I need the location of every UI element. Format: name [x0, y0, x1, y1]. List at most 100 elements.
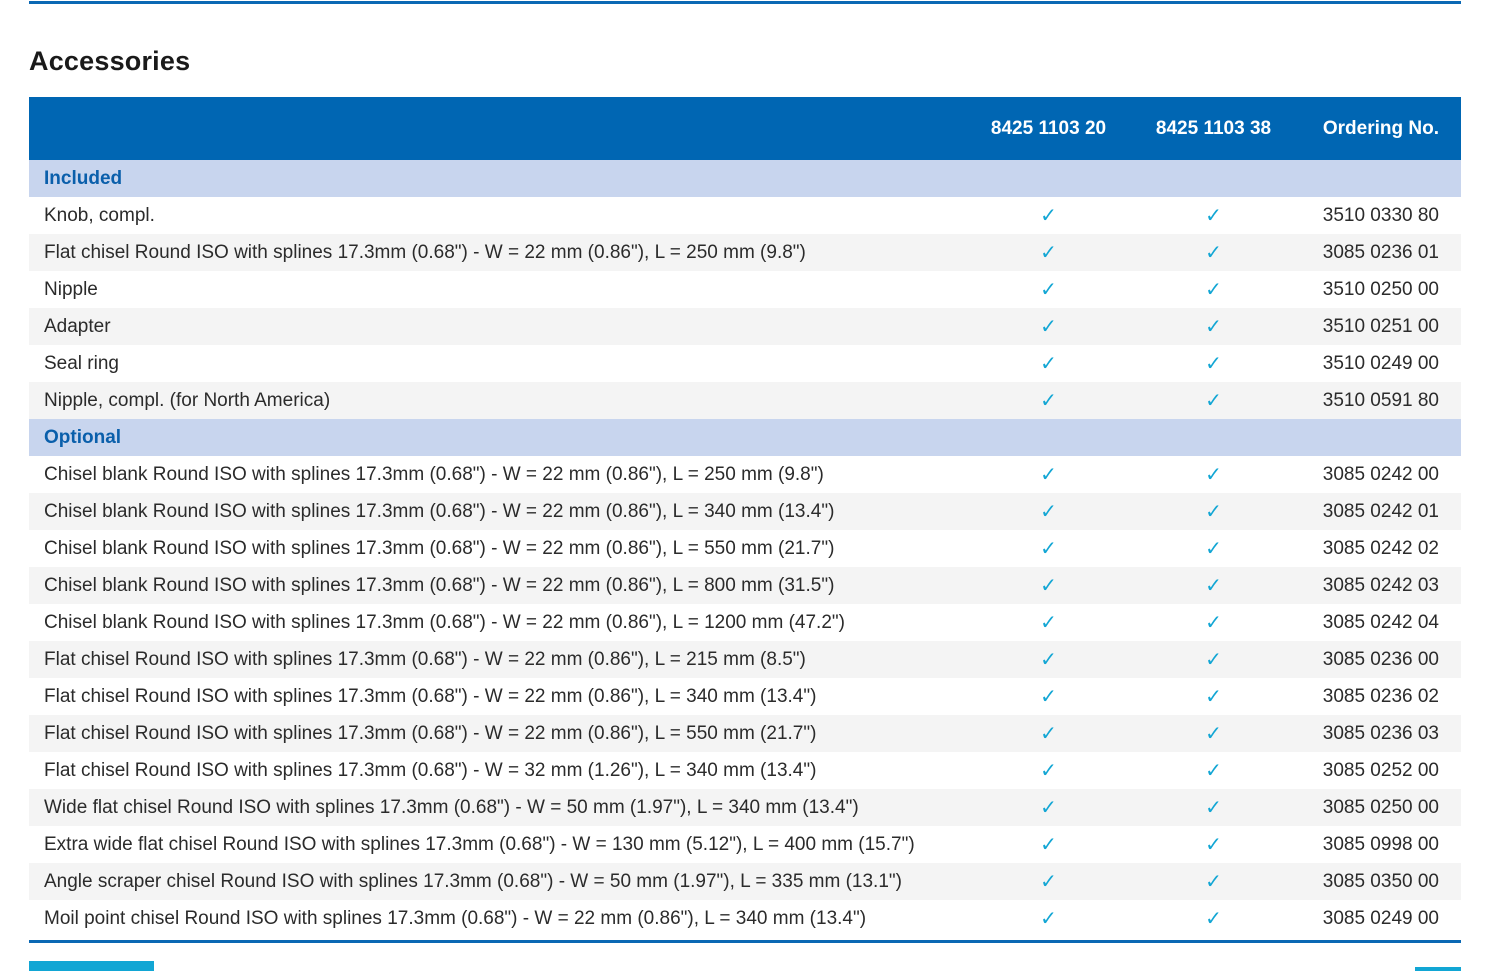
checkmark-icon: ✓	[971, 641, 1126, 678]
item-description: Nipple, compl. (for North America)	[29, 382, 971, 419]
checkmark-icon: ✓	[1126, 493, 1301, 530]
top-divider	[29, 1, 1461, 4]
checkmark-icon: ✓	[1126, 382, 1301, 419]
table-row: Flat chisel Round ISO with splines 17.3m…	[29, 678, 1461, 715]
checkmark-icon: ✓	[1126, 604, 1301, 641]
checkmark-icon: ✓	[1126, 789, 1301, 826]
ordering-number: 3510 0330 80	[1301, 197, 1461, 234]
table-row: Extra wide flat chisel Round ISO with sp…	[29, 826, 1461, 863]
bottom-divider	[29, 940, 1461, 943]
checkmark-icon: ✓	[971, 752, 1126, 789]
table-row: Nipple, compl. (for North America) ✓ ✓ 3510…	[29, 382, 1461, 419]
checkmark-icon: ✓	[1126, 234, 1301, 271]
checkmark-icon: ✓	[971, 345, 1126, 382]
checkmark-icon: ✓	[1126, 345, 1301, 382]
table-row: Chisel blank Round ISO with splines 17.3…	[29, 567, 1461, 604]
ordering-number: 3085 0242 00	[1301, 456, 1461, 493]
checkmark-icon: ✓	[971, 567, 1126, 604]
checkmark-icon: ✓	[971, 234, 1126, 271]
checkmark-icon: ✓	[971, 493, 1126, 530]
checkmark-icon: ✓	[971, 900, 1126, 937]
item-description: Seal ring	[29, 345, 971, 382]
ordering-number: 3085 0236 00	[1301, 641, 1461, 678]
checkmark-icon: ✓	[1126, 715, 1301, 752]
ordering-number: 3085 0242 01	[1301, 493, 1461, 530]
footer-accent-right	[1415, 967, 1461, 971]
section-label: Included	[29, 160, 1461, 197]
section-included: Included Knob, compl. ✓ ✓ 3510 0330 80 Flat …	[29, 160, 1461, 419]
item-description: Chisel blank Round ISO with splines 17.3…	[29, 493, 971, 530]
checkmark-icon: ✓	[971, 863, 1126, 900]
item-description: Chisel blank Round ISO with splines 17.3…	[29, 567, 971, 604]
table-row: Chisel blank Round ISO with splines 17.3…	[29, 604, 1461, 641]
header-model-b: 8425 1103 38	[1126, 97, 1301, 160]
item-description: Chisel blank Round ISO with splines 17.3…	[29, 456, 971, 493]
checkmark-icon: ✓	[1126, 678, 1301, 715]
table-row: Chisel blank Round ISO with splines 17.3…	[29, 530, 1461, 567]
table-row: Chisel blank Round ISO with splines 17.3…	[29, 493, 1461, 530]
item-description: Flat chisel Round ISO with splines 17.3m…	[29, 715, 971, 752]
item-description: Adapter	[29, 308, 971, 345]
checkmark-icon: ✓	[971, 530, 1126, 567]
section-optional: Optional Chisel blank Round ISO with spl…	[29, 419, 1461, 937]
ordering-number: 3085 0250 00	[1301, 789, 1461, 826]
section-header-row: Included	[29, 160, 1461, 197]
header-description	[29, 97, 971, 160]
checkmark-icon: ✓	[971, 604, 1126, 641]
checkmark-icon: ✓	[1126, 752, 1301, 789]
checkmark-icon: ✓	[971, 271, 1126, 308]
table-row: Chisel blank Round ISO with splines 17.3…	[29, 456, 1461, 493]
accessories-table: 8425 1103 20 8425 1103 38 Ordering No. I…	[29, 97, 1461, 937]
table-row: Flat chisel Round ISO with splines 17.3m…	[29, 641, 1461, 678]
section-label: Optional	[29, 419, 1461, 456]
table-row: Nipple ✓ ✓ 3510 0250 00	[29, 271, 1461, 308]
ordering-number: 3510 0250 00	[1301, 271, 1461, 308]
item-description: Moil point chisel Round ISO with splines…	[29, 900, 971, 937]
item-description: Flat chisel Round ISO with splines 17.3m…	[29, 234, 971, 271]
ordering-number: 3085 0350 00	[1301, 863, 1461, 900]
item-description: Chisel blank Round ISO with splines 17.3…	[29, 604, 971, 641]
item-description: Flat chisel Round ISO with splines 17.3m…	[29, 641, 971, 678]
table-row: Flat chisel Round ISO with splines 17.3m…	[29, 234, 1461, 271]
ordering-number: 3510 0249 00	[1301, 345, 1461, 382]
table-row: Moil point chisel Round ISO with splines…	[29, 900, 1461, 937]
item-description: Nipple	[29, 271, 971, 308]
item-description: Wide flat chisel Round ISO with splines …	[29, 789, 971, 826]
table-row: Angle scraper chisel Round ISO with spli…	[29, 863, 1461, 900]
page-title: Accessories	[29, 46, 191, 76]
checkmark-icon: ✓	[1126, 271, 1301, 308]
header-model-a: 8425 1103 20	[971, 97, 1126, 160]
checkmark-icon: ✓	[971, 715, 1126, 752]
table-row: Flat chisel Round ISO with splines 17.3m…	[29, 752, 1461, 789]
checkmark-icon: ✓	[1126, 567, 1301, 604]
checkmark-icon: ✓	[971, 456, 1126, 493]
item-description: Angle scraper chisel Round ISO with spli…	[29, 863, 971, 900]
item-description: Flat chisel Round ISO with splines 17.3m…	[29, 752, 971, 789]
item-description: Chisel blank Round ISO with splines 17.3…	[29, 530, 971, 567]
ordering-number: 3510 0591 80	[1301, 382, 1461, 419]
checkmark-icon: ✓	[1126, 863, 1301, 900]
table-row: Flat chisel Round ISO with splines 17.3m…	[29, 715, 1461, 752]
checkmark-icon: ✓	[971, 789, 1126, 826]
checkmark-icon: ✓	[1126, 641, 1301, 678]
table-row: Adapter ✓ ✓ 3510 0251 00	[29, 308, 1461, 345]
item-description: Extra wide flat chisel Round ISO with sp…	[29, 826, 971, 863]
ordering-number: 3085 0236 03	[1301, 715, 1461, 752]
ordering-number: 3085 0998 00	[1301, 826, 1461, 863]
table-row: Seal ring ✓ ✓ 3510 0249 00	[29, 345, 1461, 382]
table-row: Wide flat chisel Round ISO with splines …	[29, 789, 1461, 826]
checkmark-icon: ✓	[1126, 530, 1301, 567]
checkmark-icon: ✓	[1126, 456, 1301, 493]
checkmark-icon: ✓	[971, 678, 1126, 715]
checkmark-icon: ✓	[971, 382, 1126, 419]
checkmark-icon: ✓	[1126, 826, 1301, 863]
header-ordering-no: Ordering No.	[1301, 97, 1461, 160]
footer-accent-left	[29, 961, 154, 971]
checkmark-icon: ✓	[1126, 308, 1301, 345]
checkmark-icon: ✓	[1126, 197, 1301, 234]
ordering-number: 3510 0251 00	[1301, 308, 1461, 345]
table-header-row: 8425 1103 20 8425 1103 38 Ordering No.	[29, 97, 1461, 160]
ordering-number: 3085 0242 02	[1301, 530, 1461, 567]
checkmark-icon: ✓	[971, 826, 1126, 863]
checkmark-icon: ✓	[1126, 900, 1301, 937]
